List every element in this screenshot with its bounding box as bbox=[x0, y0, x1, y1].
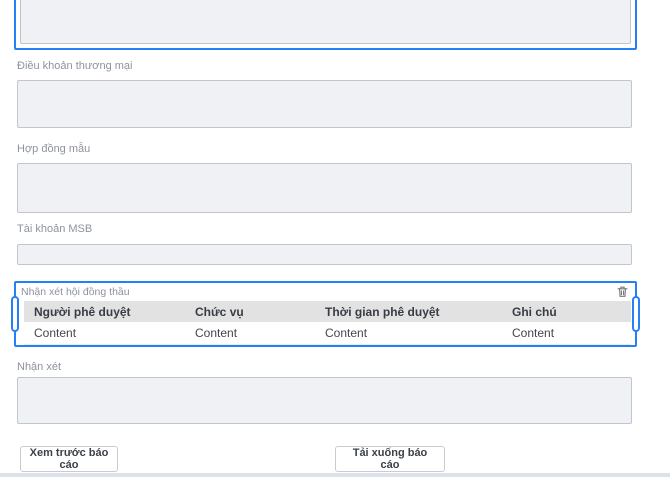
selected-widget-top-textarea[interactable] bbox=[14, 0, 637, 50]
table-header-position: Chức vụ bbox=[195, 301, 325, 322]
download-report-button[interactable]: Tải xuống báo cáo bbox=[335, 446, 445, 472]
msb-account-input[interactable] bbox=[17, 244, 632, 265]
table-cell-note: Content bbox=[512, 322, 631, 345]
bottom-scrollbar-track bbox=[0, 473, 670, 477]
field-label-msb-account: Tài khoản MSB bbox=[17, 223, 92, 236]
table-header-approver: Người phê duyệt bbox=[24, 301, 195, 322]
commercial-terms-textarea[interactable] bbox=[17, 80, 632, 128]
committee-table-widget-inner: Nhận xét hội đồng thầu Người bbox=[16, 283, 635, 345]
table-cell-approver: Content bbox=[24, 322, 195, 345]
table-header-approval-time: Thời gian phê duyệt bbox=[325, 301, 512, 322]
form-canvas: Điều khoản thương mại Hợp đồng mẫu Tài k… bbox=[0, 0, 670, 478]
top-textarea[interactable] bbox=[20, 0, 631, 44]
resize-handle-left[interactable] bbox=[11, 296, 19, 332]
table-header-row: Người phê duyệt Chức vụ Thời gian phê du… bbox=[24, 301, 631, 322]
field-label-contract-template: Hợp đồng mẫu bbox=[17, 143, 90, 156]
preview-report-button[interactable]: Xem trước báo cáo bbox=[20, 446, 118, 472]
table-cell-position: Content bbox=[195, 322, 325, 345]
table-cell-approval-time: Content bbox=[325, 322, 512, 345]
field-label-comment: Nhận xét bbox=[17, 361, 61, 374]
committee-table: Người phê duyệt Chức vụ Thời gian phê du… bbox=[24, 301, 631, 345]
committee-table-label: Nhận xét hội đồng thầu bbox=[21, 286, 630, 298]
trash-icon bbox=[616, 285, 629, 298]
field-label-commercial-terms: Điều khoản thương mại bbox=[17, 60, 132, 73]
committee-table-widget[interactable]: Nhận xét hội đồng thầu Người bbox=[14, 281, 637, 347]
delete-widget-button[interactable] bbox=[615, 284, 630, 299]
resize-handle-right[interactable] bbox=[632, 296, 640, 332]
table-header-note: Ghi chú bbox=[512, 301, 631, 322]
table-row: Content Content Content Content bbox=[24, 322, 631, 345]
contract-template-textarea[interactable] bbox=[17, 163, 632, 213]
comment-textarea[interactable] bbox=[17, 377, 632, 424]
